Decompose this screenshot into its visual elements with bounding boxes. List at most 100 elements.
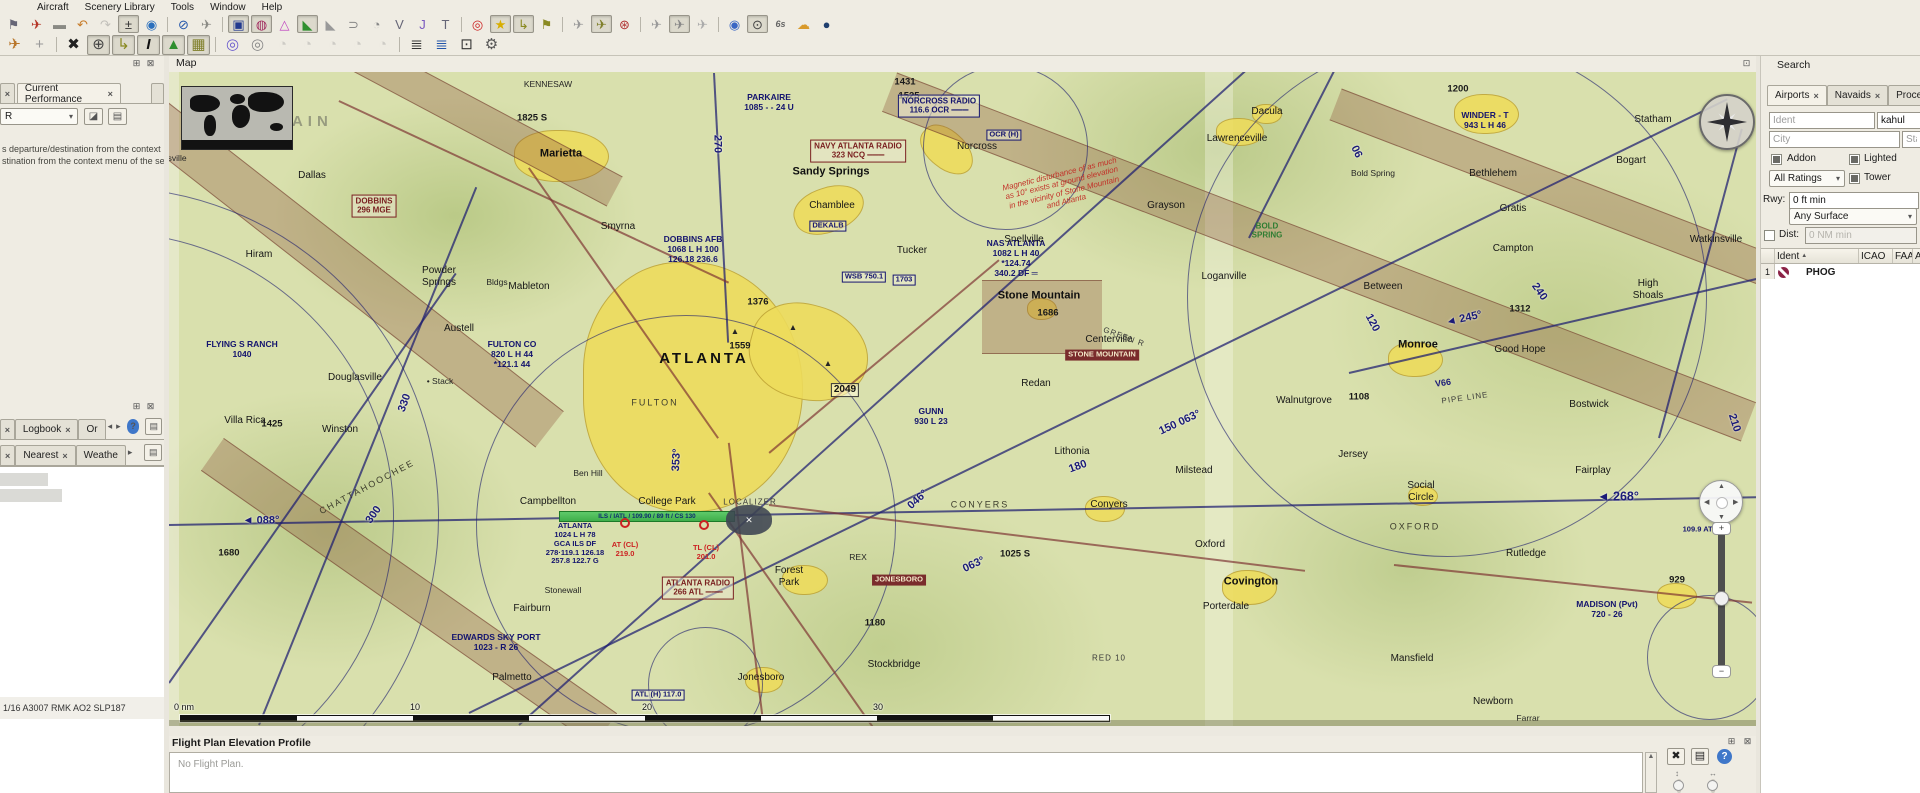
aircraft-trail-icon[interactable]: ✈ — [591, 15, 612, 33]
tab-close-icon[interactable]: × — [1813, 91, 1818, 101]
tower-checkbox[interactable] — [1849, 173, 1860, 184]
tab-navaids[interactable]: Navaids × — [1826, 85, 1889, 105]
profile-expand-button[interactable]: ✖ — [1667, 748, 1685, 765]
runway-highlight[interactable]: ILS / IATL / 109.90 / 89 ft / CS 130 — [559, 511, 735, 522]
waypoint-icon[interactable]: △ — [274, 15, 295, 33]
column-header-ident[interactable]: Ident ▲ — [1775, 249, 1859, 263]
tab-close-icon[interactable]: × — [1875, 91, 1880, 101]
pan-control[interactable]: ▲ ▼ ◀ ▶ — [1699, 480, 1743, 524]
aircraft-centered-icon[interactable]: + — [28, 35, 51, 55]
tab-scroll-right-icon[interactable]: ▸ — [128, 447, 133, 458]
addon-checkbox[interactable] — [1771, 154, 1782, 165]
tab-close-icon[interactable]: × — [5, 451, 10, 461]
flight-plan-icon[interactable]: ⚑ — [3, 15, 24, 33]
column-header-faa[interactable]: FAA — [1893, 249, 1913, 263]
tab-nearest[interactable]: Nearest × — [15, 445, 76, 465]
zoom-rect-icon[interactable]: ⊕ — [87, 34, 110, 55]
zoom-slider-handle[interactable] — [1714, 591, 1729, 606]
tab-logbook[interactable]: Logbook × — [14, 419, 79, 439]
ai-aircraft-a-icon[interactable]: ✈ — [646, 15, 667, 33]
gauge-360-icon[interactable]: ◔ — [271, 35, 294, 55]
track-icon[interactable]: T — [435, 15, 456, 33]
options-gear-icon[interactable]: ⚙ — [480, 35, 503, 55]
tab-close-icon[interactable]: × — [5, 425, 10, 435]
dock-close-icon[interactable]: ⊠ — [1741, 736, 1754, 747]
globe-icon[interactable]: ◉ — [141, 15, 162, 33]
route-highlight-icon[interactable]: ↳ — [513, 15, 534, 33]
performance-combo[interactable]: R ▾ — [0, 108, 78, 125]
userpoint-icon[interactable]: ◎ — [467, 15, 488, 33]
profile-scrollbar[interactable]: ▲ — [1645, 752, 1657, 793]
tab-stub-left[interactable]: × — [0, 83, 15, 103]
slider-handle[interactable] — [1673, 780, 1684, 791]
weather-icon[interactable]: ☁ — [793, 15, 814, 33]
zoom-in-button[interactable]: + — [1712, 522, 1731, 535]
online-network-icon[interactable]: ◉ — [724, 15, 745, 33]
connect-icon[interactable]: ⊡ — [455, 35, 478, 55]
splitter[interactable] — [164, 56, 169, 793]
aircraft-range-icon[interactable]: ✈ — [692, 15, 713, 33]
profile-report-button[interactable]: ▤ — [1691, 748, 1709, 765]
airway-j-icon[interactable]: J — [412, 15, 433, 33]
compass-aircraft-icon[interactable]: ✈ — [196, 15, 217, 33]
overview-map[interactable] — [181, 86, 293, 150]
map-detail-icon[interactable]: ▦ — [187, 34, 210, 55]
menu-window[interactable]: Window — [203, 2, 253, 13]
pan-up-icon[interactable]: ▲ — [1718, 483, 1725, 490]
dist-min-input[interactable]: 0 NM min — [1805, 227, 1917, 244]
pan-home-button[interactable] — [1716, 497, 1728, 509]
dist-checkbox[interactable] — [1764, 230, 1775, 241]
dock-float-icon[interactable]: ⊞ — [1725, 736, 1738, 747]
compass-rose[interactable] — [1699, 94, 1755, 150]
measurement-pin-icon[interactable]: ⚑ — [536, 15, 557, 33]
tab-stub[interactable]: × — [0, 445, 16, 465]
tab-close-icon[interactable]: × — [62, 451, 67, 461]
dock-float-icon[interactable]: ⊡ — [1740, 58, 1753, 69]
profile-help-button[interactable]: ? — [1717, 749, 1732, 764]
runway-icon[interactable]: ▬ — [49, 15, 70, 33]
ai-aircraft-icon[interactable]: ✈ — [568, 15, 589, 33]
splitter[interactable] — [169, 726, 1756, 736]
list-item[interactable] — [0, 473, 48, 486]
gauge-spec-icon[interactable]: ◔ — [321, 35, 344, 55]
surface-select[interactable]: Any Surface ▾ — [1789, 208, 1917, 225]
ai-ship-icon[interactable]: ✈ — [669, 15, 690, 33]
night-globe-icon[interactable]: ● — [816, 15, 837, 33]
center-aircraft-icon[interactable]: ⊛ — [614, 15, 635, 33]
aircraft-performance-icon[interactable]: ✈ — [26, 15, 47, 33]
name-input[interactable] — [1877, 112, 1920, 129]
compass-rose-icon[interactable]: ◎ — [221, 35, 244, 55]
database-icon[interactable]: ≣ — [405, 35, 428, 55]
compass-pin-icon[interactable]: ◎ — [246, 35, 269, 55]
wind-aircraft-icon[interactable]: ✈ — [3, 35, 26, 55]
time-6s-icon[interactable]: 6s — [770, 15, 791, 33]
tab-airports[interactable]: Airports × — [1767, 85, 1827, 105]
tab-weathe[interactable]: Weathe — [75, 445, 126, 465]
undo-icon[interactable]: ↶ — [72, 15, 93, 33]
performance-report-button[interactable]: ▤ — [108, 108, 127, 125]
airport-diagram-icon[interactable]: ▣ — [228, 15, 249, 33]
gauge-sec-icon[interactable]: ◔ — [346, 35, 369, 55]
menu-tools[interactable]: Tools — [164, 2, 201, 13]
atl-airport-symbol[interactable]: ✕ — [726, 505, 772, 535]
ident-input[interactable] — [1769, 112, 1875, 129]
help-button[interactable]: ? — [126, 419, 140, 434]
dock-close-icon[interactable]: ⊠ — [144, 58, 157, 69]
pan-left-icon[interactable]: ◀ — [1704, 498, 1709, 506]
msa-icon[interactable]: ◔ — [366, 15, 387, 33]
splitter[interactable] — [1756, 56, 1760, 793]
tab-procedures[interactable]: Procedures× — [1888, 85, 1920, 105]
map-text-icon[interactable]: I — [137, 34, 160, 55]
dock-close-icon[interactable]: ⊠ — [144, 401, 157, 412]
pan-right-icon[interactable]: ▶ — [1733, 498, 1738, 506]
tab-scroll-left-icon[interactable]: ◂ — [108, 421, 113, 432]
table-row[interactable]: 1 PHOG — [1761, 264, 1920, 280]
gauge-fir-icon[interactable]: ◔ — [371, 35, 394, 55]
tab-or[interactable]: Or — [78, 419, 106, 439]
performance-merge-button[interactable]: ◪ — [84, 108, 103, 125]
tab-scroll-right-icon[interactable]: ▸ — [116, 421, 121, 432]
database-load-icon[interactable]: ≣ — [430, 35, 453, 55]
fit-window-icon[interactable]: ✖ — [62, 35, 85, 55]
map-viewport[interactable]: KENNESAW 1431 1525 PARKAIRE 1085 - - 24 U NO… — [169, 72, 1756, 726]
elevation-profile-canvas[interactable]: No Flight Plan. — [169, 752, 1643, 793]
